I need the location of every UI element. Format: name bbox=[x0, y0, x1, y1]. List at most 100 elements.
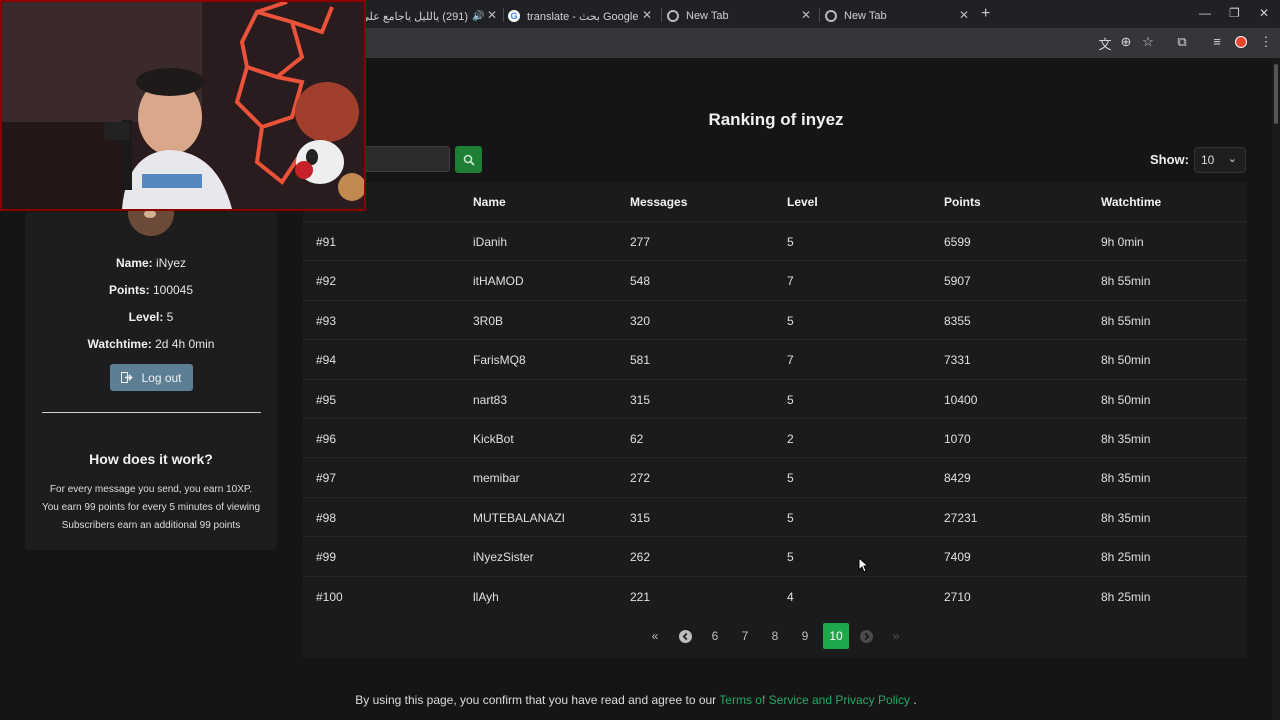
profile-icon[interactable] bbox=[1235, 36, 1247, 48]
cell-watchtime: 8h 55min bbox=[1101, 274, 1151, 289]
browser-tab-2[interactable]: G translate - بحث Google ✕ bbox=[508, 4, 656, 28]
cell-level: 7 bbox=[787, 274, 794, 289]
header-watchtime: Watchtime bbox=[1101, 195, 1162, 209]
restore-button[interactable]: ❐ bbox=[1229, 6, 1240, 20]
cell-watchtime: 8h 50min bbox=[1101, 353, 1151, 368]
cell-messages: 581 bbox=[630, 353, 651, 368]
cell-points: 8355 bbox=[944, 313, 971, 328]
cell-rank: #97 bbox=[316, 471, 337, 486]
cell-points: 1070 bbox=[944, 432, 971, 446]
close-tab-icon[interactable]: ✕ bbox=[801, 8, 811, 22]
cell-watchtime: 8h 35min bbox=[1101, 471, 1151, 486]
cell-messages: 262 bbox=[630, 550, 651, 565]
browser-tab-3[interactable]: New Tab ✕ bbox=[667, 4, 815, 28]
cell-name: llAyh bbox=[473, 589, 499, 604]
terms-link[interactable]: Terms of Service and Privacy Policy bbox=[719, 693, 910, 707]
cell-messages: 221 bbox=[630, 589, 651, 604]
close-tab-icon[interactable]: ✕ bbox=[959, 8, 969, 22]
tab-1-title: (291) يالليل ياجامع على الود .. bbox=[366, 10, 468, 23]
extensions-icon[interactable]: ⧉ bbox=[1174, 34, 1190, 50]
cell-level: 7 bbox=[787, 353, 794, 368]
cell-name: MUTEBALANAZI bbox=[473, 510, 566, 525]
show-select[interactable]: 10 ⌄ bbox=[1194, 147, 1246, 173]
show-label: Show: bbox=[1150, 152, 1189, 167]
cell-name: memibar bbox=[473, 471, 520, 486]
footer-text: By using this page, you confirm that you… bbox=[355, 693, 720, 707]
cell-messages: 277 bbox=[630, 235, 651, 249]
profile-points: Points: 100045 bbox=[25, 283, 277, 297]
pagination-next[interactable] bbox=[853, 623, 879, 649]
close-window-button[interactable]: ✕ bbox=[1259, 6, 1269, 20]
page-scrollbar[interactable] bbox=[1272, 58, 1280, 720]
table-header: Name Messages Level Points Watchtime bbox=[303, 182, 1247, 221]
cell-level: 4 bbox=[787, 589, 794, 604]
table-row: #96 KickBot 62 2 1070 8h 35min bbox=[303, 418, 1247, 457]
search-button[interactable] bbox=[455, 146, 482, 173]
cell-name: FarisMQ8 bbox=[473, 353, 526, 368]
pagination-page-8[interactable]: 8 bbox=[762, 623, 788, 649]
close-tab-icon[interactable]: ✕ bbox=[487, 8, 497, 22]
show-value: 10 bbox=[1201, 153, 1215, 167]
tab-2-title: translate - بحث Google bbox=[527, 10, 639, 23]
pagination-page-10-active[interactable]: 10 bbox=[823, 623, 849, 649]
cell-points: 10400 bbox=[944, 392, 978, 407]
pagination-prev[interactable] bbox=[672, 623, 698, 649]
browser-tab-1[interactable]: (291) يالليل ياجامع على الود .. 🔊 ✕ bbox=[366, 4, 501, 28]
cell-rank: #95 bbox=[316, 392, 337, 407]
how-line-3: Subscribers earn an additional 99 points bbox=[61, 520, 241, 531]
pagination-page-7[interactable]: 7 bbox=[732, 623, 758, 649]
cell-level: 5 bbox=[787, 471, 794, 486]
cell-watchtime: 8h 25min bbox=[1101, 550, 1151, 565]
cell-points: 27231 bbox=[944, 510, 978, 525]
how-line-1: For every message you send, you earn 10X… bbox=[49, 484, 253, 495]
logout-button[interactable]: Log out bbox=[110, 364, 193, 391]
chevron-right-circle-icon bbox=[859, 630, 873, 644]
cell-rank: #98 bbox=[316, 510, 337, 525]
browser-tab-4[interactable]: New Tab ✕ bbox=[825, 4, 973, 28]
pagination-page-9[interactable]: 9 bbox=[792, 623, 818, 649]
cell-level: 5 bbox=[787, 550, 794, 565]
tab-separator bbox=[503, 8, 504, 22]
chrome-icon bbox=[667, 10, 679, 22]
table-row: #100 llAyh 221 4 2710 8h 25min bbox=[303, 575, 1247, 615]
zoom-icon[interactable]: ⊕ bbox=[1118, 34, 1134, 50]
close-tab-icon[interactable]: ✕ bbox=[642, 8, 652, 22]
cell-points: 2710 bbox=[944, 589, 971, 604]
cell-points: 8429 bbox=[944, 471, 971, 486]
cell-messages: 315 bbox=[630, 510, 651, 525]
name-value: iNyez bbox=[152, 256, 187, 270]
cell-rank: #100 bbox=[316, 589, 343, 604]
tab-separator bbox=[661, 8, 662, 22]
pagination-last[interactable]: » bbox=[883, 623, 909, 649]
cell-level: 5 bbox=[787, 313, 794, 328]
minimize-button[interactable]: — bbox=[1199, 6, 1211, 20]
header-name: Name bbox=[473, 195, 506, 209]
menu-icon[interactable]: ⋮ bbox=[1258, 34, 1274, 50]
pagination-first[interactable]: « bbox=[642, 623, 668, 649]
how-line-2: You earn 99 points for every 5 minutes o… bbox=[41, 502, 261, 513]
cell-rank: #92 bbox=[316, 274, 337, 289]
cell-watchtime: 8h 25min bbox=[1101, 589, 1151, 604]
search-input[interactable] bbox=[360, 146, 450, 172]
chrome-icon bbox=[825, 10, 837, 22]
table-row: #92 itHAMOD 548 7 5907 8h 55min bbox=[303, 260, 1247, 299]
cell-rank: #99 bbox=[316, 550, 337, 565]
cell-watchtime: 9h 0min bbox=[1101, 235, 1144, 249]
media-icon[interactable]: ≡ bbox=[1209, 34, 1225, 49]
audio-icon[interactable]: 🔊 bbox=[472, 11, 484, 22]
cell-watchtime: 8h 35min bbox=[1101, 510, 1151, 525]
cell-rank: #91 bbox=[316, 235, 337, 249]
cell-rank: #94 bbox=[316, 353, 337, 368]
cell-messages: 272 bbox=[630, 471, 651, 486]
profile-level: Level: 5 bbox=[25, 310, 277, 324]
cell-points: 6599 bbox=[944, 235, 971, 249]
new-tab-button[interactable]: + bbox=[981, 5, 990, 23]
star-icon[interactable]: ☆ bbox=[1140, 34, 1156, 50]
logout-icon bbox=[121, 372, 134, 383]
translate-icon[interactable]: 文 bbox=[1097, 34, 1113, 53]
mouse-cursor-icon bbox=[858, 557, 868, 573]
level-label: Level: bbox=[128, 310, 164, 324]
pagination-page-6[interactable]: 6 bbox=[702, 623, 728, 649]
tab-separator bbox=[819, 8, 820, 22]
table-row: #95 nart83 315 5 10400 8h 50min bbox=[303, 378, 1247, 418]
